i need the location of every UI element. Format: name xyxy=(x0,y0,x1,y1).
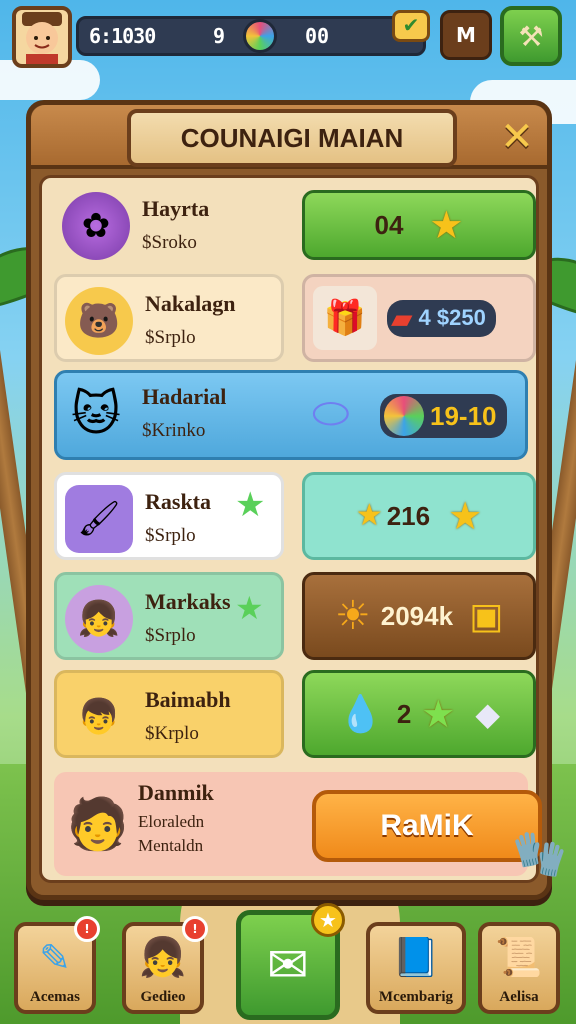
item-value: 04 xyxy=(374,209,404,240)
panel-body: ✿ Hayrta $Sroko 04 ★ 🐻 Nakalagn $Srplo 🎁… xyxy=(39,175,567,883)
item-value: 2094k xyxy=(380,600,454,631)
scroll-icon: 📜 xyxy=(495,935,543,979)
list-item[interactable]: 👧 Markaks $Srplo ★ ☀ 2094k ▣ xyxy=(50,568,536,660)
item-price: $Krplo xyxy=(145,723,199,744)
brush-gem-icon: 🖌 xyxy=(65,485,133,553)
checkmark-icon[interactable]: ✔ xyxy=(392,10,430,42)
cat-icon: 🐱 xyxy=(70,386,122,442)
action-button-label: RaMiK xyxy=(380,809,474,842)
basket-icon: ▣ xyxy=(469,595,504,637)
notification-badge: ! xyxy=(74,916,100,942)
item-info-card: 🖌 Raskta $Srplo ★ xyxy=(54,472,284,560)
list-item[interactable]: ✿ Hayrta $Sroko 04 ★ xyxy=(50,178,536,270)
gem-icon xyxy=(384,396,424,436)
stats-bar: 6:1030 9 00 xyxy=(76,16,426,56)
nav-label: Acemas xyxy=(30,989,80,1005)
map-icon[interactable]: ★ ✉ xyxy=(236,903,345,1020)
ticket-icon: ▰ xyxy=(391,301,413,335)
item-action-button[interactable]: ★ 216 ★ xyxy=(302,472,536,560)
item-description: Eloraledn xyxy=(138,812,205,831)
nav-item-gedieo[interactable]: ! 👧 Gedieo xyxy=(122,916,208,1014)
list-item[interactable]: 🐱 Hadarial $Krinko ⬭ 19-10 xyxy=(50,366,528,460)
main-panel: COUNAIGI MAIAN ✕ ✿ Hayrta $Sroko 04 ★ 🐻 … xyxy=(26,100,567,900)
item-price: $Sroko xyxy=(142,232,197,253)
price-pill: 19-10 xyxy=(380,394,507,438)
top-hud: 6:1030 9 00 ✔ M ⚒ xyxy=(10,6,566,68)
player-avatar-button[interactable] xyxy=(12,6,72,68)
item-value: 19-10 xyxy=(430,400,497,431)
sun-icon: ☀ xyxy=(334,593,371,639)
book-icon: 📘 xyxy=(392,935,440,979)
star-icon: ★ xyxy=(448,494,483,538)
star-badge-icon: ★ xyxy=(311,903,345,937)
bear-icon: 🐻 xyxy=(65,287,133,355)
boy-avatar-icon: 👦 xyxy=(77,697,121,737)
potion-icon: ⬭ xyxy=(312,388,350,439)
star-icon: ★ xyxy=(429,203,464,247)
star-icon: ★ xyxy=(421,692,456,736)
notification-badge: ! xyxy=(182,916,208,942)
item-info-card: ✿ Hayrta $Sroko xyxy=(54,182,284,270)
item-value: 2 xyxy=(396,698,412,729)
panel-header: COUNAIGI MAIAN ✕ xyxy=(31,105,547,169)
gift-icon: 🎁 xyxy=(313,286,377,350)
menu-button[interactable]: M xyxy=(440,10,492,60)
character-avatar-icon: 🧑 xyxy=(66,794,130,853)
score-value: 6:1030 xyxy=(89,24,156,48)
item-info-card: 👦 Baimabh $Krplo xyxy=(54,670,284,758)
list-item[interactable]: 🖌 Raskta $Srplo ★ ★ 216 ★ xyxy=(50,468,536,560)
drop-icon: 💧 xyxy=(338,694,383,735)
item-name: Danmik xyxy=(138,780,214,805)
item-price: $Krinko xyxy=(142,420,206,441)
globe-icon xyxy=(243,19,277,53)
nav-label: Gedieo xyxy=(140,989,186,1005)
item-action-button[interactable]: 04 ★ xyxy=(302,190,536,260)
item-action-button[interactable]: 💧 2 ★ ◆ xyxy=(302,670,536,758)
nav-label: Mcembarig xyxy=(378,989,454,1005)
level-value: 9 xyxy=(212,24,226,48)
player-avatar-icon xyxy=(22,12,62,64)
puzzle-pieces-icon: ✿ xyxy=(62,192,130,260)
panel-title: COUNAIGI MAIAN xyxy=(127,109,457,167)
star-badge-icon: ★ xyxy=(235,485,266,525)
nav-item-mcembarig[interactable]: 📘 Mcembarig xyxy=(366,922,466,1014)
item-info-card: 👧 Markaks $Srplo ★ xyxy=(54,572,284,660)
glove-icon: 🧤 xyxy=(512,829,567,880)
item-name: Hayrta xyxy=(142,196,210,221)
nav-label: Aelisa xyxy=(499,989,539,1005)
nav-item-aelisa[interactable]: 📜 Aelisa xyxy=(478,922,560,1014)
item-price: $Srplo xyxy=(145,327,196,348)
item-name: Nakalagn xyxy=(145,291,236,316)
item-name: Baimabh xyxy=(145,687,231,712)
list-item[interactable]: 🧑 Danmik Eloraledn Mentaldn RaMiK 🧤 xyxy=(50,768,567,880)
friend-icon: 👧 xyxy=(139,935,187,979)
price-pill: ▰ 4 $250 xyxy=(387,299,496,337)
list-item[interactable]: 🐻 Nakalagn $Srplo 🎁 ▰ 4 $250 xyxy=(50,270,536,362)
bottom-nav: ! ✎ Acemas ! 👧 Gedieo ★ ✉ 📘 Mcembarig 📜 … xyxy=(0,903,576,1024)
list-item[interactable]: 👦 Baimabh $Krplo 💧 2 ★ ◆ xyxy=(50,666,536,758)
item-name: Markaks xyxy=(145,589,231,614)
nav-item-acemas[interactable]: ! ✎ Acemas xyxy=(14,916,100,1014)
item-action-button[interactable]: ☀ 2094k ▣ xyxy=(302,572,536,660)
star-icon: ★ xyxy=(355,498,383,533)
item-name: Hadarial xyxy=(142,384,227,409)
item-action-button[interactable]: 🎁 ▰ 4 $250 xyxy=(302,274,536,362)
item-price: $Srplo xyxy=(145,525,196,546)
item-price: $Srplo xyxy=(145,625,196,646)
tool-icon: ✎ xyxy=(39,935,71,980)
girl-avatar-icon: 👧 xyxy=(65,585,133,653)
action-button[interactable]: RaMiK xyxy=(312,790,542,862)
star-badge-icon: ★ xyxy=(235,589,264,627)
close-icon[interactable]: ✕ xyxy=(493,115,541,161)
item-value: 4 $250 xyxy=(418,305,486,330)
counter-value: 00 xyxy=(304,24,330,48)
item-name: Raskta xyxy=(145,489,212,514)
hammer-icon[interactable]: ⚒ xyxy=(500,6,562,66)
gem-icon: ◆ xyxy=(475,695,500,733)
item-description: Mentaldn xyxy=(138,836,204,855)
item-value: 216 xyxy=(386,500,431,531)
item-info-card: 🐻 Nakalagn $Srplo xyxy=(54,274,284,362)
